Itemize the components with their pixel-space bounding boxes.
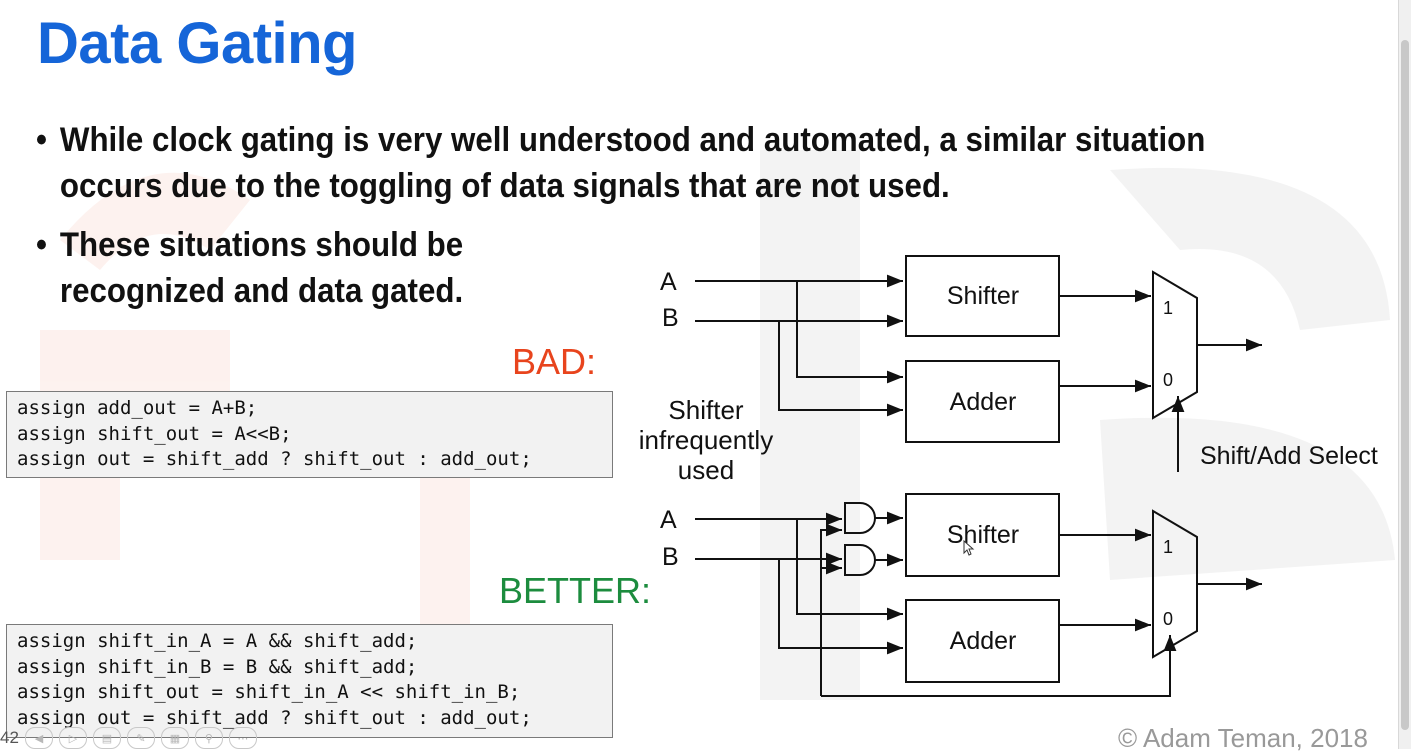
shifter-label: Shifter [947,521,1019,549]
slide-number: 42 [0,728,19,747]
adder-label: Adder [950,388,1017,416]
shifter-label: Shifter [947,282,1019,310]
vertical-scrollbar[interactable] [1398,0,1411,749]
copyright-text: © Adam Teman, 2018 [1118,723,1368,753]
zoom-icon[interactable]: ⚲ [194,727,223,749]
mux-input-1-label: 1 [1163,537,1173,557]
bad-diagram-labels: A B Shifter Adder 1 0 Shift/Add Select [660,268,1378,470]
input-b-label: B [662,543,679,571]
adder-label: Adder [950,627,1017,655]
better-diagram-labels: A B Shifter Adder 1 0 [660,506,1173,655]
circuit-diagrams: A B Shifter Adder 1 0 Shift/Add Select A… [660,255,1378,697]
previous-icon[interactable]: ◀ [24,727,53,749]
notes-icon[interactable]: ▤ [92,727,121,749]
mux-input-1-label: 1 [1163,298,1173,318]
mux-shape [1152,509,1198,659]
select-label: Shift/Add Select [1200,442,1378,470]
slideshow-controls: 42 ◀ ▷ ▤ ✎ ▦ ⚲ ⋯ [0,727,257,749]
pen-icon[interactable]: ✎ [126,727,155,749]
play-icon[interactable]: ▷ [58,727,87,749]
input-a-label: A [660,506,677,534]
input-b-label: B [662,304,679,332]
input-a-label: A [660,268,677,296]
and-gate-b [844,544,876,576]
grid-icon[interactable]: ▦ [160,727,189,749]
more-icon[interactable]: ⋯ [228,727,257,749]
mux-input-0-label: 0 [1163,609,1173,629]
scrollbar-thumb[interactable] [1401,40,1409,730]
and-gate-a [844,502,876,534]
mux-input-0-label: 0 [1163,370,1173,390]
mux-shape [1152,270,1198,420]
